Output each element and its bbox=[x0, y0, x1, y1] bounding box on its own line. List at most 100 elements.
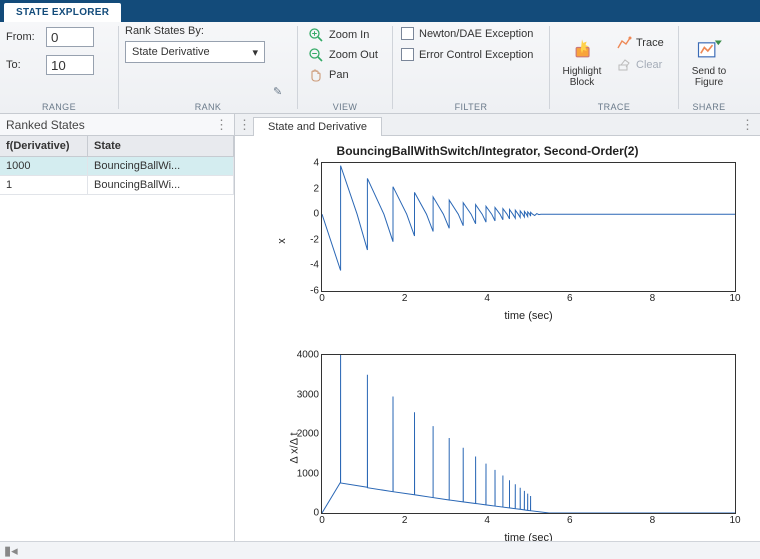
nav-back-icon[interactable]: ▮◂ bbox=[4, 543, 18, 559]
xtick: 8 bbox=[650, 515, 656, 526]
ytick: 1000 bbox=[289, 468, 319, 479]
share-group-label: SHARE bbox=[685, 101, 733, 112]
plot-box[interactable]: 010002000300040000246810 bbox=[321, 354, 736, 514]
highlight-label: Highlight Block bbox=[563, 66, 602, 88]
zoom-out-label: Zoom Out bbox=[329, 49, 378, 61]
trace-button[interactable]: Trace bbox=[612, 33, 672, 53]
plot-box[interactable]: -6-4-20240246810 bbox=[321, 162, 736, 292]
filter-group-label: FILTER bbox=[399, 101, 543, 112]
send-to-figure-button[interactable]: Send to Figure bbox=[685, 36, 733, 90]
group-range: From: To: RANGE bbox=[0, 22, 118, 113]
trace-group-label: TRACE bbox=[556, 101, 672, 112]
cell-deriv: 1 bbox=[0, 176, 88, 194]
cell-state: BouncingBallWi... bbox=[88, 176, 234, 194]
panel-menu-icon[interactable]: ⋮ bbox=[215, 117, 228, 133]
dropdown-icon: ▾ bbox=[252, 46, 258, 59]
error-label: Error Control Exception bbox=[419, 49, 533, 61]
group-share: Send to Figure SHARE bbox=[679, 22, 739, 113]
xtick: 10 bbox=[729, 293, 740, 304]
ytick: 4000 bbox=[289, 350, 319, 361]
plot-deriv: Δ x/Δ t 010002000300040000246810 time (s… bbox=[281, 354, 736, 542]
pan-label: Pan bbox=[329, 69, 349, 81]
clear-label: Clear bbox=[636, 59, 662, 71]
zoom-in-icon bbox=[308, 27, 324, 43]
zoom-out-icon bbox=[308, 47, 324, 63]
trace-label: Trace bbox=[636, 37, 664, 49]
clear-button: Clear bbox=[612, 55, 672, 75]
xtick: 6 bbox=[567, 515, 573, 526]
xlabel-1: time (sec) bbox=[321, 310, 736, 322]
zoom-in-label: Zoom In bbox=[329, 29, 369, 41]
app-tab[interactable]: STATE EXPLORER bbox=[4, 3, 121, 22]
rank-selected: State Derivative bbox=[132, 46, 210, 58]
rank-group-label: RANK bbox=[125, 101, 291, 112]
table-header: f(Derivative) State bbox=[0, 136, 234, 157]
newton-label: Newton/DAE Exception bbox=[419, 28, 533, 40]
table-row[interactable]: 1000BouncingBallWi... bbox=[0, 157, 234, 176]
col-state[interactable]: State bbox=[88, 136, 234, 156]
ytick: 3000 bbox=[289, 389, 319, 400]
checkbox-icon bbox=[401, 27, 414, 40]
group-rank: Rank States By: State Derivative ▾ ✎ RAN… bbox=[119, 22, 297, 113]
xtick: 4 bbox=[484, 293, 490, 304]
ytick: 0 bbox=[289, 209, 319, 220]
view-group-label: VIEW bbox=[304, 101, 386, 112]
ranked-states-table: f(Derivative) State 1000BouncingBallWi..… bbox=[0, 136, 234, 195]
from-input[interactable] bbox=[46, 27, 94, 47]
ytick: -6 bbox=[289, 286, 319, 297]
send-label: Send to Figure bbox=[692, 66, 726, 88]
ytick: 2000 bbox=[289, 429, 319, 440]
xtick: 10 bbox=[729, 515, 740, 526]
ranked-states-panel: Ranked States ⋮ f(Derivative) State 1000… bbox=[0, 114, 235, 559]
from-label: From: bbox=[6, 31, 40, 43]
xtick: 8 bbox=[650, 293, 656, 304]
ranked-states-title: Ranked States bbox=[6, 118, 85, 132]
to-input[interactable] bbox=[46, 55, 94, 75]
highlight-icon bbox=[568, 38, 596, 64]
cell-state: BouncingBallWi... bbox=[88, 157, 234, 175]
ytick: -4 bbox=[289, 260, 319, 271]
ytick: 0 bbox=[289, 508, 319, 519]
table-row[interactable]: 1BouncingBallWi... bbox=[0, 176, 234, 195]
highlight-button[interactable]: Highlight Block bbox=[556, 36, 608, 90]
status-bar: ▮◂ bbox=[0, 541, 760, 559]
chart-title: BouncingBallWithSwitch/Integrator, Secon… bbox=[235, 144, 740, 158]
ytick: 2 bbox=[289, 183, 319, 194]
xtick: 0 bbox=[319, 515, 325, 526]
rank-select[interactable]: State Derivative ▾ bbox=[125, 41, 265, 63]
ylabel-x: x bbox=[276, 238, 288, 244]
xtick: 4 bbox=[484, 515, 490, 526]
newton-checkbox[interactable]: Newton/DAE Exception bbox=[399, 25, 535, 42]
rank-by-label: Rank States By: bbox=[125, 25, 265, 37]
hand-icon bbox=[308, 67, 324, 83]
col-derivative[interactable]: f(Derivative) bbox=[0, 136, 88, 156]
ytick: 4 bbox=[289, 158, 319, 169]
checkbox-icon bbox=[401, 48, 414, 61]
tab-menu-icon[interactable]: ⋮ bbox=[238, 117, 251, 133]
zoom-out-button[interactable]: Zoom Out bbox=[304, 45, 382, 65]
to-label: To: bbox=[6, 59, 40, 71]
tab-options-icon[interactable]: ⋮ bbox=[741, 117, 754, 133]
error-checkbox[interactable]: Error Control Exception bbox=[399, 46, 535, 63]
ytick: -2 bbox=[289, 234, 319, 245]
plot-x: x -6-4-20240246810 time (sec) bbox=[281, 162, 736, 320]
trace-icon bbox=[616, 35, 632, 51]
figure-icon bbox=[695, 38, 723, 64]
tab-state-derivative[interactable]: State and Derivative bbox=[253, 117, 382, 136]
xtick: 2 bbox=[402, 515, 408, 526]
xtick: 0 bbox=[319, 293, 325, 304]
pan-button[interactable]: Pan bbox=[304, 65, 353, 85]
xtick: 6 bbox=[567, 293, 573, 304]
group-filter: Newton/DAE Exception Error Control Excep… bbox=[393, 22, 549, 113]
zoom-in-button[interactable]: Zoom In bbox=[304, 25, 373, 45]
group-trace: Highlight Block Trace Clear TRACE bbox=[550, 22, 678, 113]
ranked-states-header: Ranked States ⋮ bbox=[0, 114, 234, 136]
group-view: Zoom In Zoom Out Pan VIEW bbox=[298, 22, 392, 113]
xtick: 2 bbox=[402, 293, 408, 304]
range-group-label: RANGE bbox=[6, 101, 112, 112]
ribbon: From: To: RANGE Rank States By: State De… bbox=[0, 22, 760, 114]
tab-strip: ⋮ State and Derivative ⋮ bbox=[235, 114, 760, 136]
title-bar: STATE EXPLORER bbox=[0, 0, 760, 22]
edit-icon[interactable]: ✎ bbox=[273, 85, 282, 98]
chart-area: BouncingBallWithSwitch/Integrator, Secon… bbox=[235, 136, 760, 559]
